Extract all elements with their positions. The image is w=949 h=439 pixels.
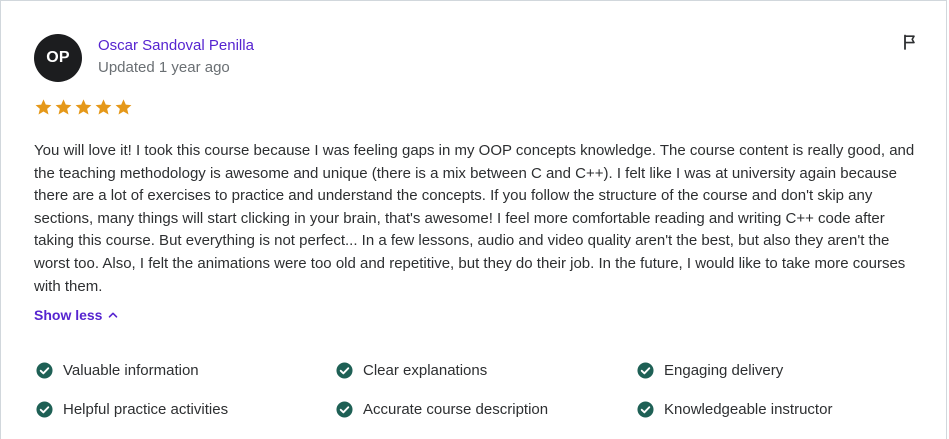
star-icon bbox=[35, 99, 52, 115]
tag-engaging-delivery: Engaging delivery bbox=[637, 362, 783, 379]
report-flag-button[interactable] bbox=[902, 34, 918, 50]
star-rating bbox=[34, 98, 133, 117]
review-text: You will love it! I took this course bec… bbox=[34, 142, 915, 295]
avatar: OP bbox=[34, 34, 82, 82]
star-icon bbox=[55, 99, 72, 115]
check-circle-icon bbox=[637, 401, 654, 418]
tag-label: Clear explanations bbox=[363, 362, 488, 379]
tag-knowledgeable-instructor: Knowledgeable instructor bbox=[637, 401, 832, 418]
review-updated-time: Updated 1 year ago bbox=[98, 59, 230, 76]
tag-label: Helpful practice activities bbox=[63, 401, 229, 418]
check-circle-icon bbox=[336, 401, 353, 418]
tag-label: Valuable information bbox=[63, 362, 199, 379]
avatar-initials: OP bbox=[46, 49, 70, 66]
show-less-label: Show less bbox=[34, 307, 103, 323]
chevron-up-icon bbox=[109, 312, 118, 318]
check-circle-icon bbox=[637, 362, 654, 379]
tag-helpful-practice-activities: Helpful practice activities bbox=[36, 401, 228, 418]
tag-clear-explanations: Clear explanations bbox=[336, 362, 487, 379]
tag-label: Engaging delivery bbox=[664, 362, 784, 379]
check-circle-icon bbox=[36, 401, 53, 418]
tag-accurate-course-description: Accurate course description bbox=[336, 401, 548, 418]
flag-icon bbox=[904, 34, 915, 50]
tag-label: Accurate course description bbox=[363, 401, 549, 418]
tag-label: Knowledgeable instructor bbox=[664, 401, 833, 418]
check-circle-icon bbox=[336, 362, 353, 379]
tag-valuable-information: Valuable information bbox=[36, 362, 199, 379]
show-less-button[interactable]: Show less bbox=[34, 307, 118, 323]
star-icon bbox=[75, 99, 92, 115]
reviewer-name: Oscar Sandoval Penilla bbox=[98, 37, 254, 54]
star-icon bbox=[95, 99, 112, 115]
star-icon bbox=[115, 99, 132, 115]
review-card: OP Oscar Sandoval Penilla Updated 1 year… bbox=[0, 0, 947, 439]
check-circle-icon bbox=[36, 362, 53, 379]
